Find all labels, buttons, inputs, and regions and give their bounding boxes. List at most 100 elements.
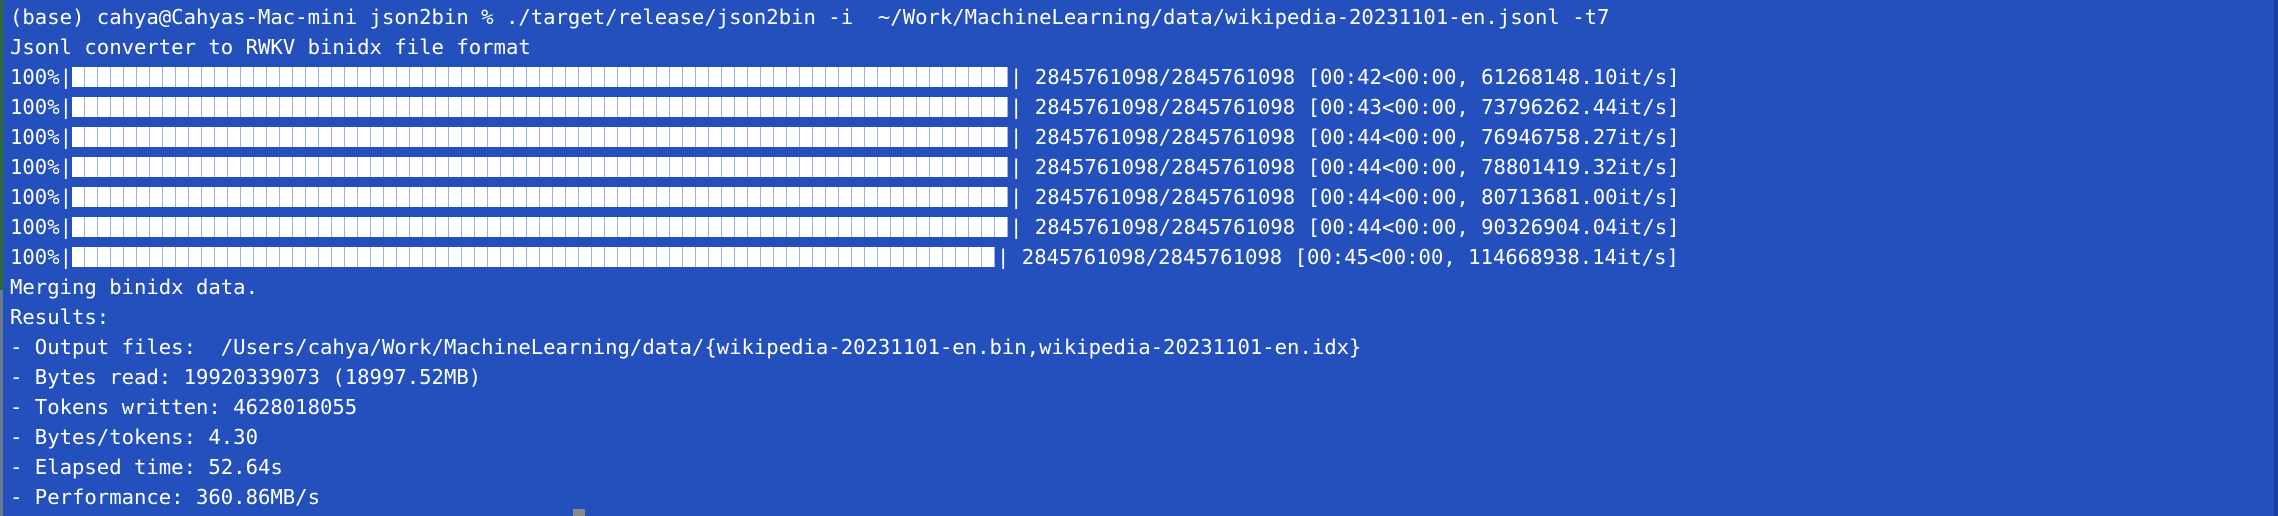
progress-bar-segment: [787, 217, 800, 237]
progress-bar-segment: [293, 247, 306, 267]
progress-bar-segment: [709, 127, 722, 147]
progress-bar-segment: [280, 187, 293, 207]
progress-bar-segment: [709, 187, 722, 207]
progress-bar-segment: [865, 127, 878, 147]
progress-stats: | 2845761098/2845761098 [00:44<00:00, 78…: [1010, 155, 1680, 179]
progress-bar-segment: [826, 247, 839, 267]
progress-bar-segment: [150, 127, 163, 147]
progress-bar-segment: [553, 247, 566, 267]
progress-bar-segment: [436, 127, 449, 147]
progress-bar-segment: [241, 217, 254, 237]
progress-bar-segment: [696, 67, 709, 87]
progress-bar-segment: [384, 127, 397, 147]
progress-bar-segment: [943, 97, 956, 117]
progress-bar-segment: [358, 127, 371, 147]
progress-bar-segment: [345, 97, 358, 117]
progress-bar-segment: [839, 67, 852, 87]
progress-bar-segment: [345, 127, 358, 147]
progress-bar-segment: [644, 187, 657, 207]
progress-row: 100%| | 2845761098/2845761098 [00:44<00:0…: [10, 182, 1680, 212]
progress-bar-segment: [293, 157, 306, 177]
progress-bar-segment: [319, 97, 332, 117]
progress-bar-segment: [202, 247, 215, 267]
progress-bar-segment: [124, 217, 137, 237]
progress-bar-segment: [72, 217, 85, 237]
progress-bar-segment: [449, 67, 462, 87]
progress-bar-segment: [514, 247, 527, 267]
progress-bar-segment: [397, 127, 410, 147]
progress-bar-segment: [852, 67, 865, 87]
progress-bar-segment: [462, 97, 475, 117]
progress-bar-segment: [85, 187, 98, 207]
progress-bar-segment: [592, 127, 605, 147]
progress-bar-segment: [735, 157, 748, 177]
progress-bar-segment: [384, 217, 397, 237]
progress-bar-segment: [800, 217, 813, 237]
progress-bar-segment: [644, 217, 657, 237]
progress-bar-segment: [202, 127, 215, 147]
progress-bar-segment: [774, 247, 787, 267]
progress-bar-segment: [449, 187, 462, 207]
progress-percent: 100%|: [10, 245, 72, 269]
progress-bar-segment: [995, 97, 1008, 117]
progress-bar-segment: [748, 247, 761, 267]
progress-bar-segment: [293, 127, 306, 147]
progress-bar-segment: [722, 217, 735, 237]
progress-bar-segment: [397, 187, 410, 207]
progress-bar-segment: [800, 67, 813, 87]
progress-bar-segment: [878, 187, 891, 207]
progress-bar-segment: [228, 157, 241, 177]
progress-bar-segment: [462, 187, 475, 207]
progress-bar-segment: [449, 217, 462, 237]
progress-bar-segment: [696, 157, 709, 177]
progress-bar-segment: [397, 247, 410, 267]
progress-bar-segment: [189, 157, 202, 177]
progress-bar-segment: [748, 127, 761, 147]
mouse-cursor-icon: [573, 509, 585, 516]
progress-bar-segment: [566, 217, 579, 237]
progress-bar-segment: [137, 67, 150, 87]
progress-bar-segment: [722, 67, 735, 87]
progress-bar-segment: [423, 247, 436, 267]
result-bytes-per-token: - Bytes/tokens: 4.30: [10, 425, 258, 449]
progress-bar-segment: [319, 67, 332, 87]
terminal-output[interactable]: (base) cahya@Cahyas-Mac-mini json2bin % …: [10, 2, 1680, 512]
progress-bar-segment: [410, 127, 423, 147]
progress-bar-segment: [124, 187, 137, 207]
progress-bar-segment: [150, 157, 163, 177]
progress-bar-segment: [553, 157, 566, 177]
progress-bar-segment: [553, 67, 566, 87]
progress-bar-segment: [540, 217, 553, 237]
progress-bar-segment: [956, 217, 969, 237]
progress-bar-segment: [228, 247, 241, 267]
progress-bar-segment: [761, 67, 774, 87]
progress-bar-segment: [670, 67, 683, 87]
progress-bar-segment: [878, 127, 891, 147]
progress-bar-segment: [501, 67, 514, 87]
progress-bar-segment: [566, 247, 579, 267]
progress-bar-segment: [150, 247, 163, 267]
progress-bar-segment: [540, 157, 553, 177]
progress-bar-segment: [891, 187, 904, 207]
progress-bar-segment: [98, 127, 111, 147]
progress-bar-segment: [436, 217, 449, 237]
progress-bar-segment: [384, 187, 397, 207]
progress-bar-segment: [163, 247, 176, 267]
progress-stats: | 2845761098/2845761098 [00:44<00:00, 76…: [1010, 125, 1680, 149]
progress-bar-segment: [306, 187, 319, 207]
progress-bar-segment: [995, 157, 1008, 177]
progress-bar-segment: [540, 187, 553, 207]
progress-bar-segment: [930, 97, 943, 117]
progress-bar-segment: [800, 127, 813, 147]
progress-row: 100%| | 2845761098/2845761098 [00:43<00:0…: [10, 92, 1680, 122]
progress-bar-segment: [397, 97, 410, 117]
progress-bar-segment: [293, 97, 306, 117]
progress-bar-segment: [150, 67, 163, 87]
progress-bar-segment: [345, 157, 358, 177]
progress-row: 100%| | 2845761098/2845761098 [00:45<00:0…: [10, 242, 1680, 272]
progress-bar-segment: [579, 247, 592, 267]
progress-bar-segment: [800, 97, 813, 117]
progress-bar-segment: [189, 217, 202, 237]
progress-bar-segment: [865, 217, 878, 237]
progress-bar-segment: [462, 67, 475, 87]
